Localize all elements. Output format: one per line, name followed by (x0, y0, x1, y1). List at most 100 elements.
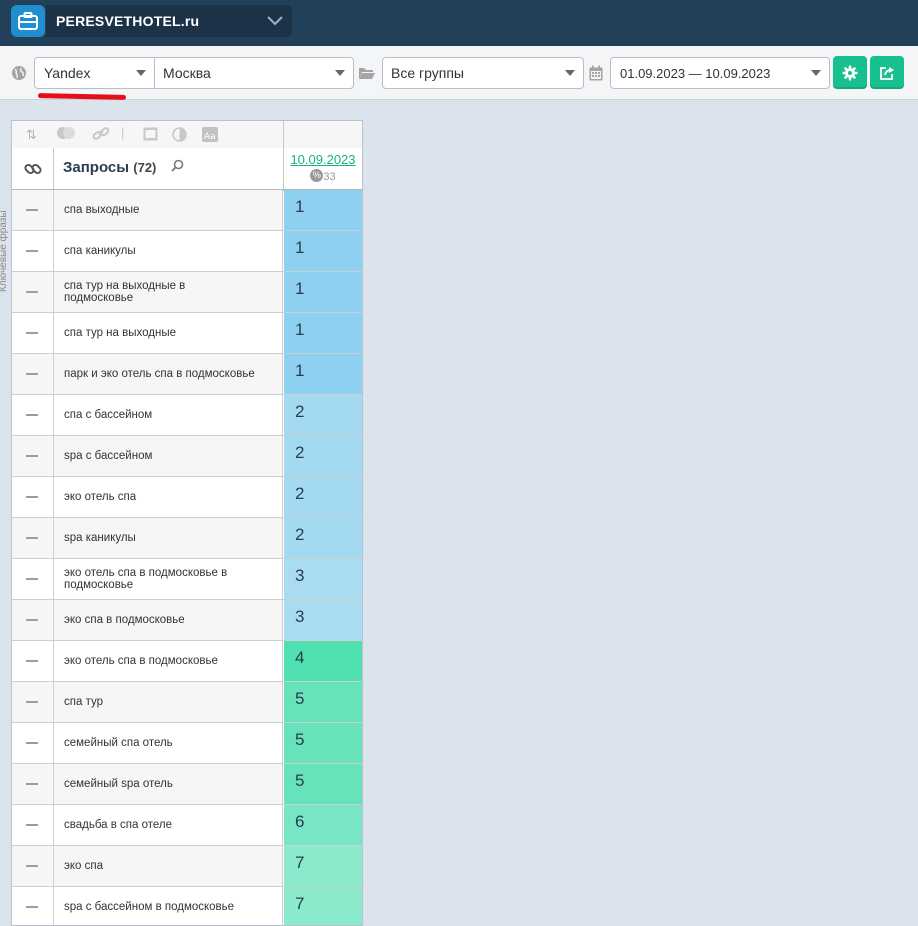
percent-icon[interactable]: % (310, 169, 324, 183)
table-row[interactable]: spa каникулы 2 (12, 518, 362, 559)
position-cell[interactable]: 7 (284, 887, 362, 925)
position-cell[interactable]: 6 (284, 805, 362, 845)
svg-text:Aa: Aa (204, 132, 216, 142)
position-cell[interactable]: 3 (284, 559, 362, 599)
position-cell[interactable]: 3 (284, 600, 362, 640)
position-cell[interactable]: 1 (284, 231, 362, 271)
row-link-cell[interactable] (12, 354, 54, 394)
project-selector[interactable]: PERESVETHOTEL.ru (46, 5, 292, 37)
caret-down-icon (136, 70, 146, 76)
row-link-cell[interactable] (12, 682, 54, 722)
region-select[interactable]: Москва (154, 57, 354, 89)
query-text: спа тур (54, 682, 283, 722)
row-link-cell[interactable] (12, 190, 54, 230)
row-link-cell[interactable] (12, 846, 54, 886)
query-text: спа выходные (54, 190, 283, 230)
table-row[interactable]: парк и эко отель спа в подмосковье 1 (12, 354, 362, 395)
settings-button[interactable] (833, 56, 867, 89)
positions-table: ⇅ | Aa Запросы (72) 10.09.2023 % 33 спа … (11, 120, 363, 926)
row-link-cell[interactable] (12, 272, 54, 312)
link-icon[interactable] (92, 126, 110, 145)
group-select[interactable]: Все группы (382, 57, 584, 89)
search-engine-select[interactable]: Yandex (34, 57, 155, 89)
table-row[interactable]: семейный спа отель 5 (12, 723, 362, 764)
row-link-cell[interactable] (12, 887, 54, 925)
date-column-link[interactable]: 10.09.2023 (284, 152, 362, 167)
search-icon[interactable] (171, 159, 184, 172)
query-text: spa каникулы (54, 518, 283, 558)
position-cell[interactable]: 5 (284, 682, 362, 722)
export-button[interactable] (870, 56, 904, 89)
table-row[interactable]: спа тур на выходные 1 (12, 313, 362, 354)
query-text: семейный spa отель (54, 764, 283, 804)
query-text: спа тур на выходные (54, 313, 283, 353)
briefcase-icon[interactable] (11, 5, 45, 37)
query-text: эко отель спа (54, 477, 283, 517)
minus-icon (26, 209, 38, 211)
position-cell[interactable]: 2 (284, 395, 362, 435)
row-link-cell[interactable] (12, 559, 54, 599)
row-link-cell[interactable] (12, 231, 54, 271)
calendar-icon (589, 65, 603, 81)
minus-icon (26, 250, 38, 252)
table-row[interactable]: спа выходные 1 (12, 190, 362, 231)
minus-icon (26, 373, 38, 375)
table-row[interactable]: спа тур на выходные в подмосковье 1 (12, 272, 362, 313)
toggle-icon[interactable] (56, 126, 76, 143)
table-row[interactable]: спа тур 5 (12, 682, 362, 723)
row-link-cell[interactable] (12, 395, 54, 435)
position-cell[interactable]: 4 (284, 641, 362, 681)
table-row[interactable]: spa с бассейном в подмосковье 7 (12, 887, 362, 925)
table-row[interactable]: эко отель спа 2 (12, 477, 362, 518)
sort-icon[interactable]: ⇅ (26, 127, 37, 143)
query-column-header[interactable]: Запросы (72) (53, 148, 284, 189)
row-link-cell[interactable] (12, 518, 54, 558)
link-column-header[interactable] (12, 148, 54, 189)
date-column-header: 10.09.2023 % 33 (284, 148, 362, 189)
filter-bar: Yandex Москва Все группы 01.09.2023 — 10… (0, 46, 918, 100)
position-cell[interactable]: 2 (284, 518, 362, 558)
row-link-cell[interactable] (12, 313, 54, 353)
table-row[interactable]: spa с бассейном 2 (12, 436, 362, 477)
table-row[interactable]: эко спа 7 (12, 846, 362, 887)
position-cell[interactable]: 7 (284, 846, 362, 886)
table-row[interactable]: эко отель спа в подмосковье в подмосковь… (12, 559, 362, 600)
position-cell[interactable]: 1 (284, 354, 362, 394)
row-link-cell[interactable] (12, 805, 54, 845)
date-range-select[interactable]: 01.09.2023 — 10.09.2023 (610, 57, 830, 89)
position-cell[interactable]: 1 (284, 272, 362, 312)
position-cell[interactable]: 5 (284, 764, 362, 804)
minus-icon (26, 578, 38, 580)
folder-open-icon (359, 68, 375, 79)
position-cell[interactable]: 2 (284, 436, 362, 476)
queries-count: (72) (133, 160, 157, 175)
table-row[interactable]: свадьба в спа отеле 6 (12, 805, 362, 846)
table-view-icon[interactable] (143, 127, 158, 144)
row-link-cell[interactable] (12, 477, 54, 517)
row-link-cell[interactable] (12, 600, 54, 640)
row-link-cell[interactable] (12, 436, 54, 476)
query-text: спа с бассейном (54, 395, 283, 435)
table-row[interactable]: эко спа в подмосковье 3 (12, 600, 362, 641)
position-cell[interactable]: 5 (284, 723, 362, 763)
query-text: эко отель спа в подмосковье (54, 641, 283, 681)
query-text: эко спа (54, 846, 283, 886)
query-text: spa с бассейном (54, 436, 283, 476)
row-link-cell[interactable] (12, 723, 54, 763)
font-size-icon[interactable]: Aa (202, 127, 218, 145)
table-row[interactable]: семейный spa отель 5 (12, 764, 362, 805)
position-cell[interactable]: 2 (284, 477, 362, 517)
table-row[interactable]: спа каникулы 1 (12, 231, 362, 272)
table-row[interactable]: эко отель спа в подмосковье 4 (12, 641, 362, 682)
position-cell[interactable]: 1 (284, 190, 362, 230)
table-row[interactable]: спа с бассейном 2 (12, 395, 362, 436)
position-cell[interactable]: 1 (284, 313, 362, 353)
toolbar-separator (283, 121, 284, 148)
query-text: эко спа в подмосковье (54, 600, 283, 640)
minus-icon (26, 291, 38, 293)
row-link-cell[interactable] (12, 764, 54, 804)
group-value: Все группы (391, 65, 464, 81)
row-link-cell[interactable] (12, 641, 54, 681)
contrast-icon[interactable] (172, 127, 187, 145)
minus-icon (26, 742, 38, 744)
